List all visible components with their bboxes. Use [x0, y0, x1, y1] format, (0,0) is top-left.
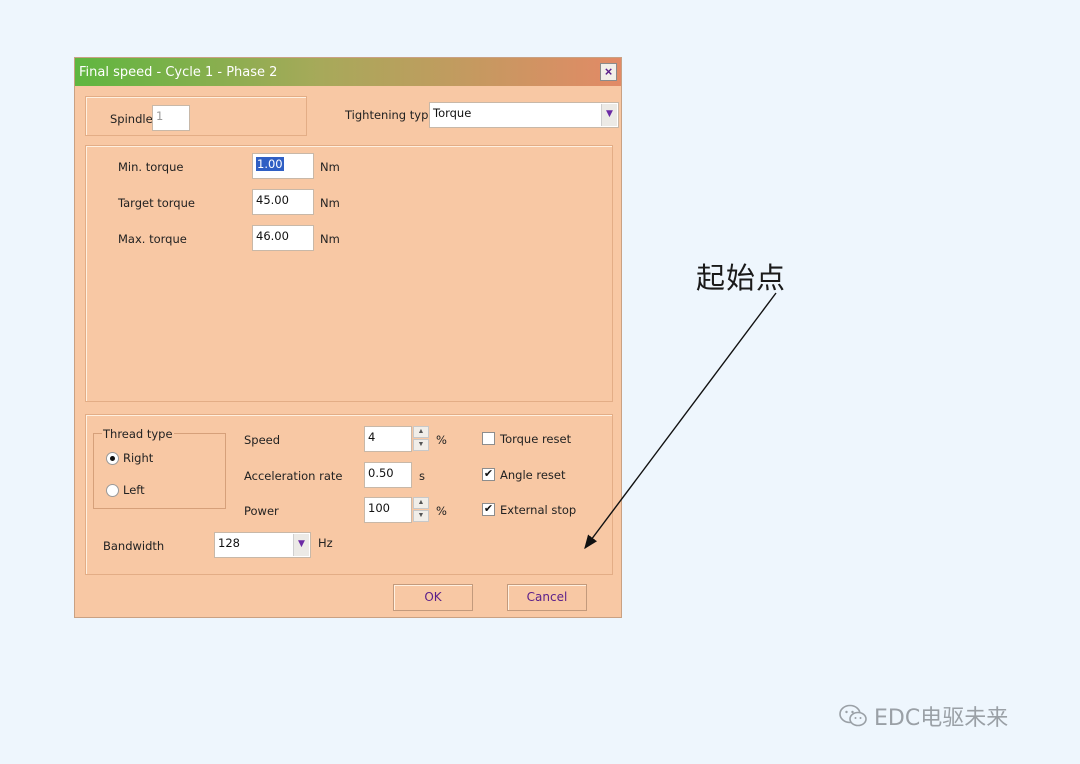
watermark: EDC电驱未来: [838, 701, 1008, 731]
watermark-text: EDC电驱未来: [874, 706, 1009, 731]
wechat-icon: [839, 704, 867, 727]
annotation-arrow: [584, 292, 777, 550]
